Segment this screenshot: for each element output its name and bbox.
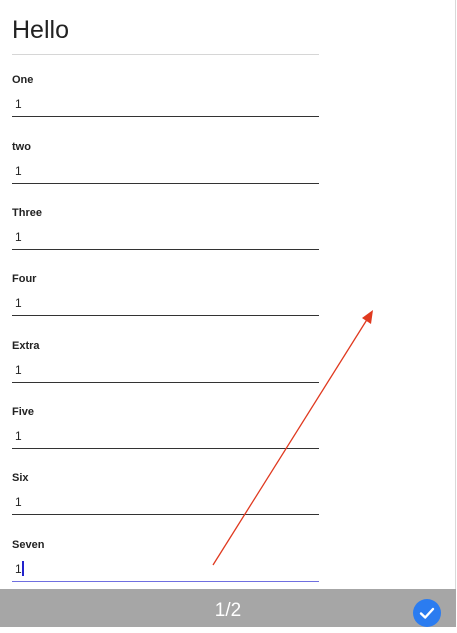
field-label: Seven xyxy=(12,539,45,551)
field-four-input[interactable] xyxy=(12,290,319,316)
field-label: Extra xyxy=(12,340,40,352)
field-seven-input[interactable] xyxy=(12,556,319,582)
app-window: Hello One two Three Four Extra Five Six xyxy=(0,0,456,627)
footer-bar: 1/2 xyxy=(0,589,456,627)
field-six-input[interactable] xyxy=(12,489,319,515)
check-icon xyxy=(419,607,435,619)
field-five-input[interactable] xyxy=(12,423,319,449)
field-six: Six xyxy=(12,472,319,532)
field-extra-input[interactable] xyxy=(12,357,319,383)
text-caret xyxy=(22,561,24,576)
field-four: Four xyxy=(12,273,319,333)
title-divider xyxy=(12,54,319,55)
field-extra: Extra xyxy=(12,340,319,400)
field-three: Three xyxy=(12,207,319,267)
page-indicator: 1/2 xyxy=(214,600,242,621)
field-one-input[interactable] xyxy=(12,91,319,117)
field-one: One xyxy=(12,74,319,134)
field-label: Five xyxy=(12,406,35,418)
field-label: Three xyxy=(12,207,42,219)
confirm-button[interactable] xyxy=(413,599,441,627)
field-two: two xyxy=(12,141,319,201)
page-title: Hello xyxy=(12,16,69,44)
field-label: Six xyxy=(12,472,29,484)
field-label: One xyxy=(12,74,34,86)
field-five: Five xyxy=(12,406,319,466)
field-label: two xyxy=(12,141,31,153)
field-label: Four xyxy=(12,273,37,285)
field-three-input[interactable] xyxy=(12,224,319,250)
field-two-input[interactable] xyxy=(12,158,319,184)
